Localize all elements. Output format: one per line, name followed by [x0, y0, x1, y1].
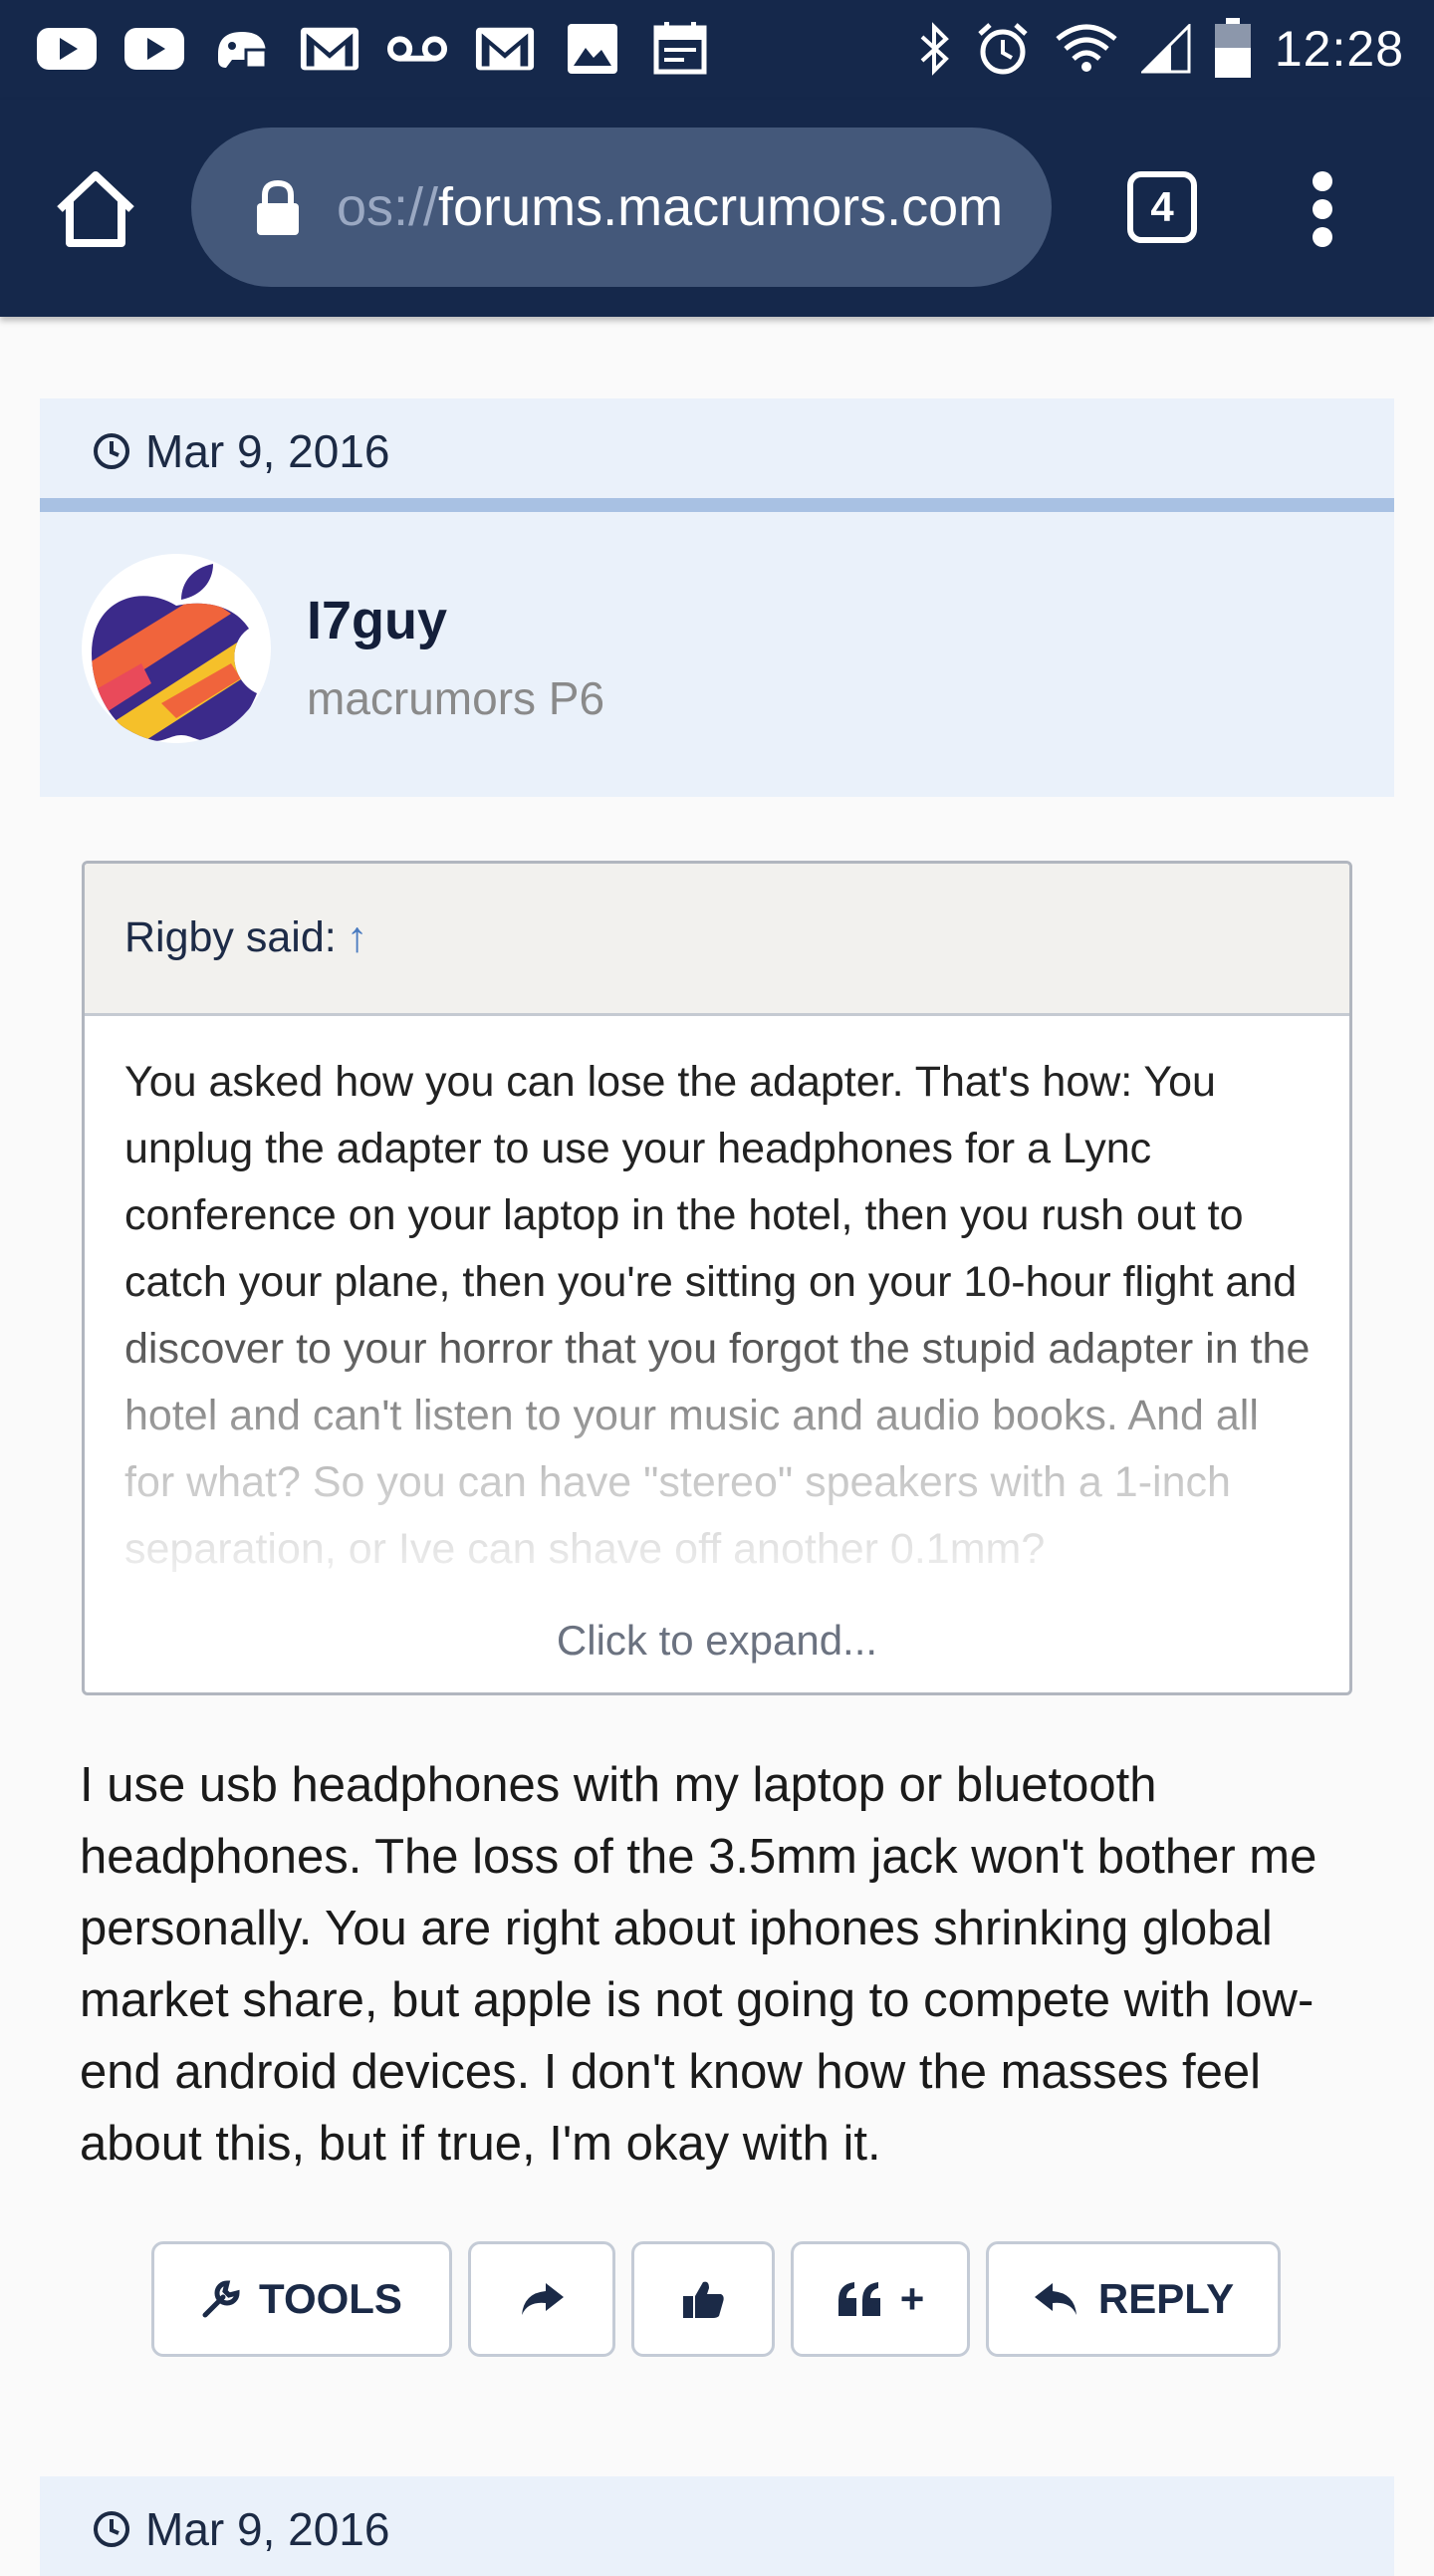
url-text[interactable]: os://forums.macrumors.com — [337, 171, 1014, 243]
wifi-icon — [1056, 24, 1117, 72]
clock-icon — [94, 433, 129, 469]
quote-marks-icon — [837, 2282, 880, 2316]
clock-icon — [94, 2511, 129, 2547]
quote-attribution[interactable]: Rigby said: ↑ — [124, 913, 367, 962]
apple-logo-avatar — [92, 564, 257, 741]
next-post-header: Mar 9, 2016 — [40, 2476, 1394, 2576]
youtube-icon — [123, 22, 185, 76]
system-icons: 12:28 — [916, 18, 1404, 80]
quote-block: Rigby said: ↑ You asked how you can lose … — [82, 861, 1352, 1695]
reply-arrow-icon — [1034, 2283, 1076, 2315]
home-button[interactable] — [52, 167, 139, 251]
clock: 12:28 — [1274, 21, 1404, 77]
post-actions: TOOLS + REPLY — [0, 2241, 1434, 2357]
voicemail-icon — [386, 22, 448, 76]
post-message: I use usb headphones with my laptop or b… — [80, 1758, 1317, 2171]
reply-button[interactable]: REPLY — [986, 2241, 1281, 2357]
user-info: I7guy macrumors P6 — [40, 512, 1394, 797]
calendar-icon — [649, 22, 711, 76]
status-bar: 12:28 — [0, 0, 1434, 100]
image-icon — [562, 22, 623, 76]
username[interactable]: I7guy — [307, 590, 447, 651]
game-controller-icon — [211, 22, 273, 76]
share-button[interactable] — [468, 2241, 615, 2357]
youtube-icon — [36, 22, 98, 76]
tab-switcher-button[interactable]: 4 — [1127, 171, 1197, 243]
gmail-icon — [299, 22, 360, 76]
overflow-menu-button[interactable] — [1303, 171, 1342, 251]
click-to-expand-link[interactable]: Click to expand... — [85, 1617, 1349, 1665]
post-date[interactable]: Mar 9, 2016 — [92, 424, 389, 478]
jump-to-quote-arrow[interactable]: ↑ — [347, 913, 368, 961]
home-icon — [57, 171, 134, 247]
notification-icons — [36, 22, 711, 76]
gmail-icon — [474, 22, 536, 76]
avatar[interactable] — [82, 554, 271, 743]
multiquote-button[interactable]: + — [791, 2241, 970, 2357]
signal-icon — [1140, 24, 1191, 74]
wrench-icon — [202, 2280, 240, 2318]
quote-header: Rigby said: ↑ — [85, 864, 1349, 1016]
share-arrow-icon — [522, 2283, 564, 2315]
post-header: Mar 9, 2016 — [40, 398, 1394, 512]
battery-icon — [1214, 18, 1251, 78]
thumbs-up-icon — [683, 2281, 724, 2318]
bluetooth-icon — [920, 22, 949, 76]
user-title: macrumors P6 — [307, 672, 605, 724]
alarm-icon — [978, 23, 1028, 75]
url-bar[interactable]: os://forums.macrumors.com — [191, 128, 1052, 287]
browser-toolbar: os://forums.macrumors.com 4 — [0, 100, 1434, 317]
quote-fade — [85, 1282, 1349, 1611]
tools-button[interactable]: TOOLS — [151, 2241, 452, 2357]
next-post-date[interactable]: Mar 9, 2016 — [92, 2502, 389, 2556]
lock-icon — [257, 179, 299, 235]
like-button[interactable] — [631, 2241, 775, 2357]
